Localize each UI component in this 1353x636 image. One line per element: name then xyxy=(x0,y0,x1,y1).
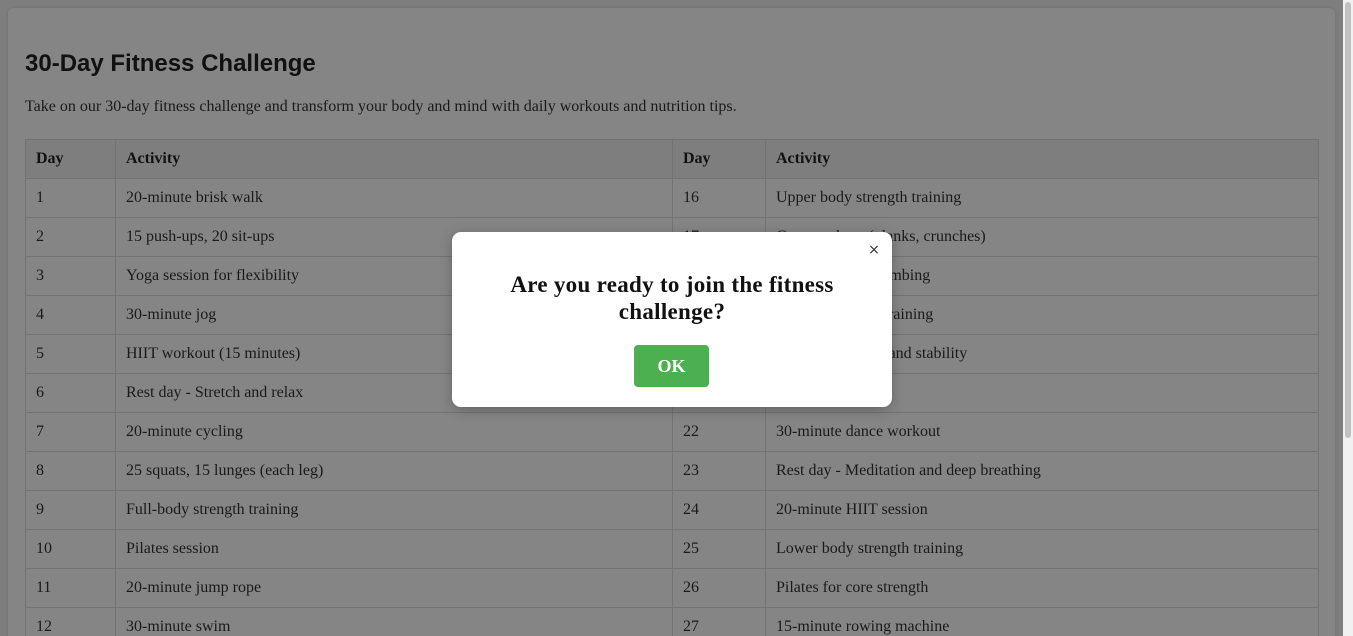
page-background: 30-Day Fitness Challenge Take on our 30-… xyxy=(0,0,1343,636)
confirm-dialog: × Are you ready to join the fitness chal… xyxy=(452,232,892,407)
scrollbar-thumb[interactable] xyxy=(1345,2,1351,438)
vertical-scrollbar[interactable] xyxy=(1343,0,1353,636)
dialog-question: Are you ready to join the fitness challe… xyxy=(510,272,834,324)
close-icon[interactable]: × xyxy=(866,242,882,258)
ok-button[interactable]: OK xyxy=(634,345,709,387)
